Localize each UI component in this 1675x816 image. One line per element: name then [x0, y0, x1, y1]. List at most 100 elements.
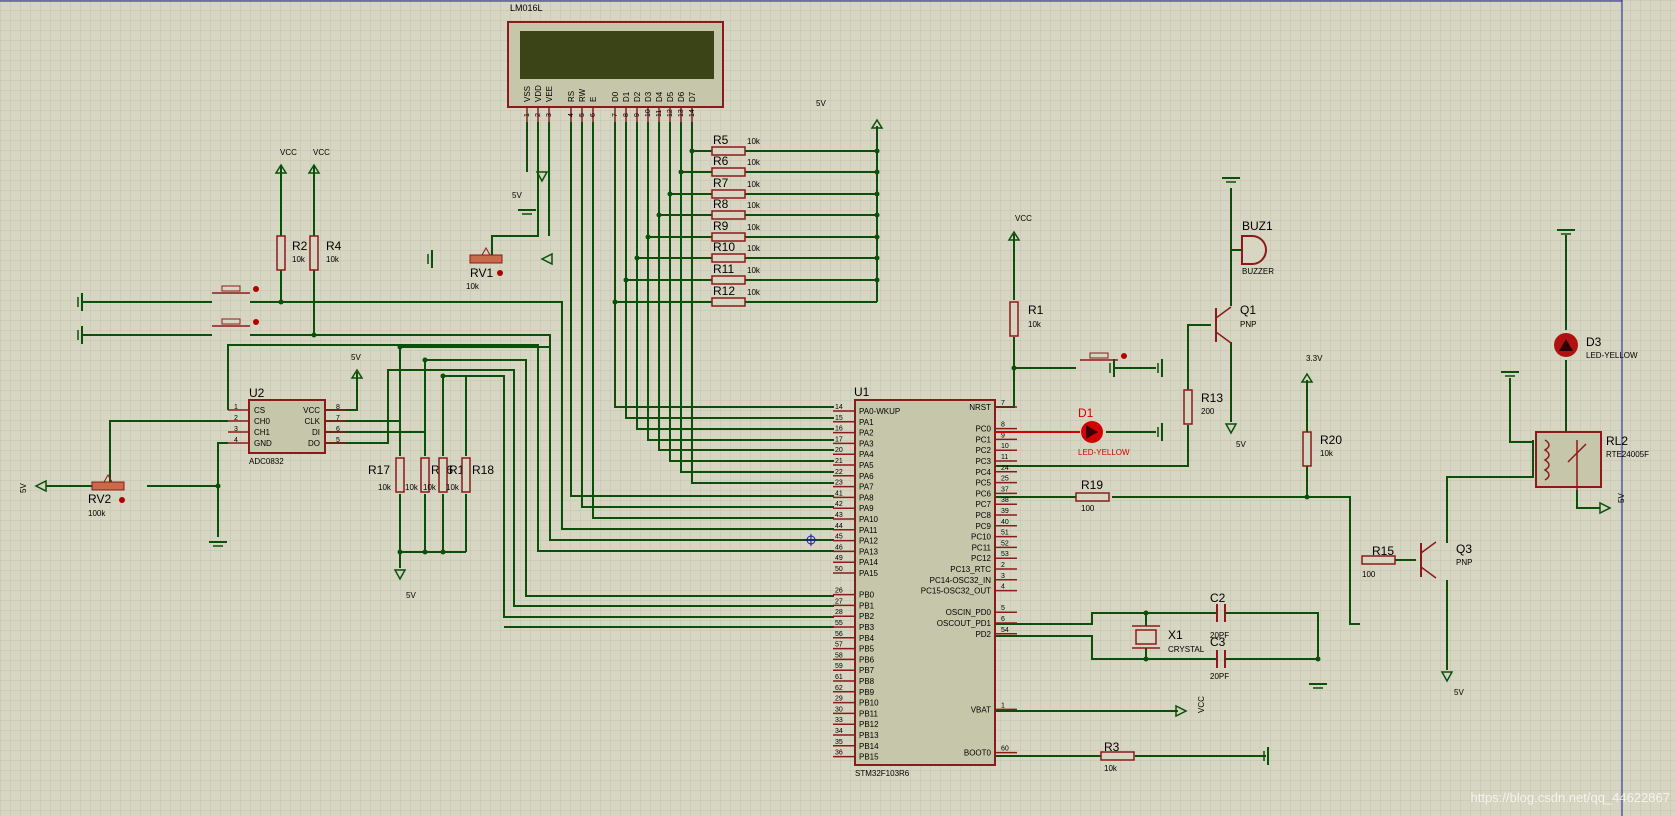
mcu-chip[interactable]: U1STM32F103R6PA0-WKUP14PA115PA216PA317PA…	[833, 385, 1017, 778]
mcu-pin-label: PC6	[975, 489, 991, 498]
net-label: LED-YELLOW	[1586, 351, 1638, 360]
mcu-pin-number: 52	[1001, 540, 1009, 547]
mcu-pin-label: PB2	[859, 612, 875, 621]
lcd-pin-label: D3	[644, 91, 653, 102]
lcd-pin-label: VDD	[534, 85, 543, 102]
adc-part: ADC0832	[249, 457, 284, 466]
adc-pin-number: 7	[336, 415, 340, 422]
net-label: PNP	[1240, 320, 1256, 329]
junction-dot	[440, 549, 446, 555]
mcu-pin-label: PC12	[971, 554, 992, 563]
lcd-pin-label: VSS	[523, 86, 532, 102]
mcu-pin-label: PB8	[859, 677, 875, 686]
junction-dot	[422, 549, 428, 555]
buzzer	[1241, 235, 1267, 265]
mcu-pin-label: PD2	[975, 630, 991, 639]
resistor-vertical	[1302, 431, 1312, 467]
lcd-name: LM016L	[510, 3, 543, 13]
mcu-pin-number: 6	[1001, 616, 1005, 623]
mcu-pin-number: 38	[1001, 497, 1009, 504]
net-label: RTE24005F	[1606, 450, 1649, 459]
net-label: PNP	[1456, 558, 1472, 567]
adc-pin-label: GND	[254, 439, 272, 448]
mcu-pin-number: 46	[835, 544, 843, 551]
mcu-pin-label: PA11	[859, 526, 878, 535]
lcd-pin-label: D5	[666, 91, 675, 102]
lcd-pin-label: D2	[633, 91, 642, 102]
schematic-sheet: LM016LVSS1VDD2VEE3RS4RW5E6D07D18D29D310D…	[0, 0, 1675, 816]
mcu-pin-number: 17	[835, 436, 843, 443]
junction-dot	[440, 373, 446, 379]
adc-pin-label: CLK	[304, 417, 320, 426]
mcu-pin-label: PC11	[972, 543, 992, 552]
mcu-pin-label: NRST	[969, 403, 991, 412]
net-label: R13	[1201, 391, 1223, 405]
mcu-pin-number: 25	[1001, 476, 1009, 483]
net-label: VCC	[313, 148, 330, 157]
net-label: 5V	[1236, 440, 1246, 449]
mcu-pin-number: 53	[1001, 551, 1009, 558]
potentiometer	[91, 481, 125, 491]
net-label: RL2	[1606, 434, 1628, 448]
mcu-pin-number: 56	[835, 631, 843, 638]
junction-dot	[215, 483, 221, 489]
adc-pin-number: 6	[336, 426, 340, 433]
potentiometer-probe	[119, 497, 125, 503]
junction-dot	[311, 332, 317, 338]
junction-dot	[278, 299, 284, 305]
mcu-pin-label: PB10	[859, 699, 879, 708]
mcu-pin-label: PC13_RTC	[950, 565, 991, 574]
resistor-r5-value: 10k	[747, 137, 761, 146]
junction-dot	[623, 277, 629, 283]
resistor-value: 10k	[405, 483, 419, 492]
mcu-pin-number: 41	[835, 490, 843, 497]
d1-part: LED-YELLOW	[1078, 448, 1130, 457]
mcu-pin-label: PA6	[859, 472, 874, 481]
potentiometer-probe	[497, 270, 503, 276]
push-button-state	[253, 319, 259, 325]
push-button	[221, 318, 241, 325]
mcu-pin-number: 22	[835, 469, 843, 476]
adc-pin-number: 1	[234, 404, 238, 411]
mcu-pin-number: 58	[835, 652, 843, 659]
junction-dot	[874, 234, 880, 240]
mcu-pin-label: PA10	[859, 515, 879, 524]
adc-pin-label: CH1	[254, 428, 271, 437]
junction-dot	[1011, 365, 1017, 371]
mcu-pin-label: PC9	[975, 522, 991, 531]
mcu-pin-label: PB6	[859, 655, 875, 664]
lcd-pin-number: 14	[689, 109, 696, 117]
resistor-value: 10k	[423, 483, 437, 492]
lcd-pin-number: 11	[656, 110, 663, 117]
net-label: 100k	[88, 509, 106, 518]
mcu-pin-number: 7	[1001, 400, 1005, 407]
net-label: R20	[1320, 433, 1342, 447]
lcd-pin-number: 10	[645, 109, 652, 117]
mcu-pin-label: PB1	[859, 601, 875, 610]
mcu-ref: U1	[854, 385, 870, 399]
resistor-r9-ref: R9	[713, 219, 729, 233]
net-label: VCC	[1197, 696, 1206, 713]
junction-dot	[1315, 656, 1321, 662]
adc-pin-label: DO	[308, 439, 320, 448]
resistor-r8-ref: R8	[713, 197, 729, 211]
mcu-pin-number: 2	[1001, 562, 1005, 569]
adc-pin-label: VCC	[303, 406, 320, 415]
mcu-pin-label: PC7	[975, 500, 991, 509]
net-label: R3	[1104, 740, 1120, 754]
lcd-pin-number: 1	[524, 113, 531, 117]
resistor-r11-ref: R11	[713, 262, 734, 276]
lcd-pin-number: 7	[612, 113, 619, 117]
lcd-pin-label: VEE	[545, 86, 554, 102]
resistor-r7-value: 10k	[747, 180, 761, 189]
watermark: https://blog.csdn.net/qq_44622867	[1471, 790, 1671, 805]
mcu-pin-label: PA12	[859, 537, 879, 546]
net-label: R19	[1081, 478, 1103, 492]
resistor-r12-ref: R12	[713, 284, 735, 298]
net-label: D3	[1586, 335, 1602, 349]
mcu-pin-number: 4	[1001, 584, 1005, 591]
junction-dot	[874, 191, 880, 197]
adc-pin-number: 4	[234, 437, 238, 444]
resistor-value: 10k	[446, 483, 460, 492]
mcu-part: STM32F103R6	[855, 769, 910, 778]
